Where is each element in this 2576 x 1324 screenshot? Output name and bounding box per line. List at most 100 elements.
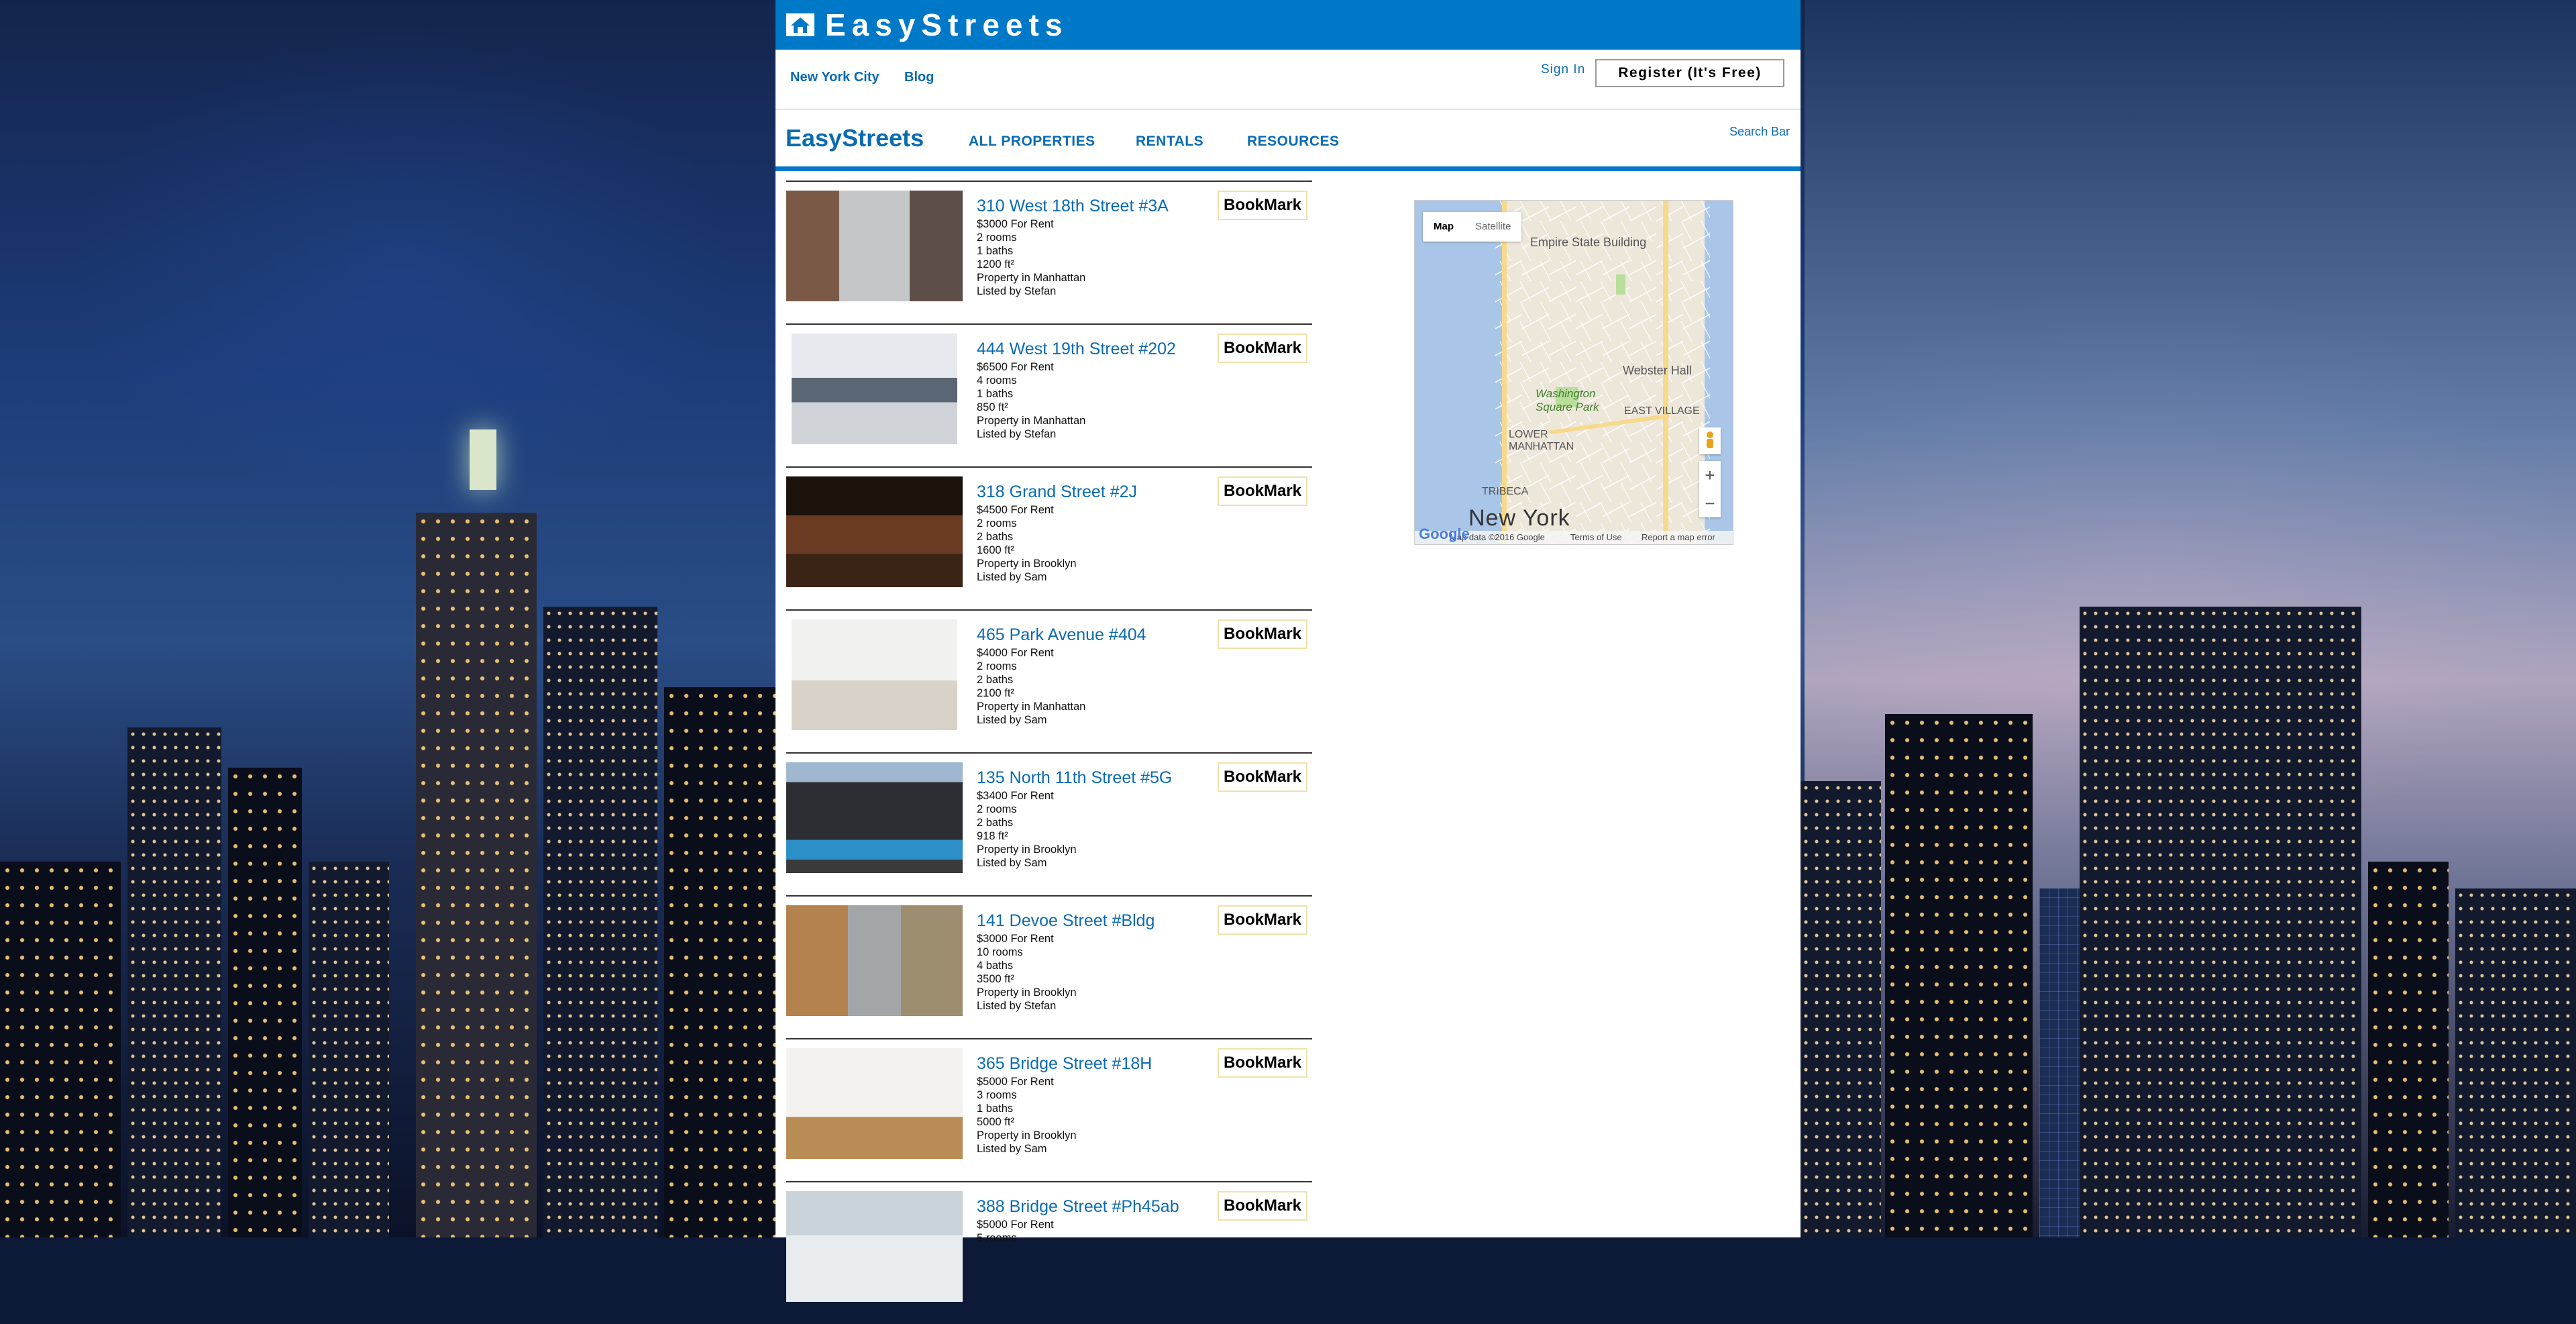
listing-area: 2100 ft² bbox=[977, 687, 1014, 699]
bookmark-button[interactable]: BookMark bbox=[1218, 619, 1307, 649]
listing-rooms: 10 rooms bbox=[977, 946, 1023, 958]
building bbox=[2368, 862, 2449, 1237]
listing-location: Property in Manhattan bbox=[977, 701, 1086, 713]
listing-item: 310 West 18th Street #3A $3000 For Rent … bbox=[786, 181, 1312, 323]
listing-title[interactable]: 310 West 18th Street #3A bbox=[977, 197, 1169, 216]
listing-item: 135 North 11th Street #5G $3400 For Rent… bbox=[786, 752, 1312, 895]
listing-title[interactable]: 444 West 19th Street #202 bbox=[977, 340, 1176, 359]
nav-item-rentals[interactable]: RENTALS bbox=[1136, 134, 1203, 150]
listing-photo[interactable] bbox=[786, 476, 963, 587]
listing-baths: 2 baths bbox=[977, 531, 1014, 543]
house-logo-icon bbox=[786, 13, 814, 36]
listing-photo[interactable] bbox=[786, 1048, 963, 1159]
listing-price: $5000 For Rent bbox=[977, 1076, 1054, 1088]
listing-price: $4000 For Rent bbox=[977, 647, 1054, 659]
map-tab-map[interactable]: Map bbox=[1423, 212, 1464, 242]
listing-location: Property in Brooklyn bbox=[977, 558, 1077, 570]
zoom-out-button[interactable]: − bbox=[1699, 489, 1721, 517]
building bbox=[2455, 888, 2576, 1237]
listing-price: $6500 For Rent bbox=[977, 361, 1054, 373]
listing-item: 318 Grand Street #2J $4500 For Rent 2 ro… bbox=[786, 466, 1312, 609]
map-label-new-york: New York bbox=[1468, 505, 1570, 531]
listing-price: $5000 For Rent bbox=[977, 1219, 1054, 1231]
building bbox=[2080, 607, 2361, 1237]
listing-title[interactable]: 141 Devoe Street #Bldg bbox=[977, 911, 1155, 931]
listing-baths: 1 baths bbox=[977, 1103, 1014, 1115]
listing-lister: Listed by Stefan bbox=[977, 1000, 1057, 1012]
map-label-webster: Webster Hall bbox=[1623, 364, 1692, 377]
street-view-pegman-icon[interactable] bbox=[1699, 427, 1721, 454]
listing-photo[interactable] bbox=[792, 334, 957, 444]
map-label-tribeca: TRIBECA bbox=[1482, 486, 1529, 497]
listing-baths: 1 baths bbox=[977, 388, 1014, 400]
building bbox=[543, 607, 657, 1237]
listing-title[interactable]: 135 North 11th Street #5G bbox=[977, 768, 1172, 788]
listing-item: 365 Bridge Street #18H $5000 For Rent 3 … bbox=[786, 1038, 1312, 1181]
listing-title[interactable]: 365 Bridge Street #18H bbox=[977, 1054, 1152, 1074]
building bbox=[664, 687, 775, 1237]
listing-title[interactable]: 388 Bridge Street #Ph45ab bbox=[977, 1197, 1179, 1217]
nav-item-resources[interactable]: RESOURCES bbox=[1247, 134, 1340, 150]
nav-link-blog[interactable]: Blog bbox=[904, 70, 934, 85]
nav-link-new-york-city[interactable]: New York City bbox=[790, 70, 879, 85]
register-button[interactable]: Register (It's Free) bbox=[1595, 59, 1784, 87]
listing-area: 1600 ft² bbox=[977, 544, 1014, 556]
listing-photo[interactable] bbox=[786, 762, 963, 873]
building bbox=[0, 862, 121, 1237]
listing-title[interactable]: 318 Grand Street #2J bbox=[977, 482, 1137, 502]
listing-details: $3000 For Rent 2 rooms 1 baths 1200 ft² … bbox=[977, 217, 1085, 298]
bookmark-button[interactable]: BookMark bbox=[1218, 905, 1307, 935]
sign-in-link[interactable]: Sign In bbox=[1541, 62, 1585, 77]
bookmark-button[interactable]: BookMark bbox=[1218, 762, 1307, 792]
listing-item: 465 Park Avenue #404 $4000 For Rent 2 ro… bbox=[786, 609, 1312, 752]
top-bar: EasyStreets bbox=[775, 0, 1801, 50]
search-bar-link[interactable]: Search Bar bbox=[1729, 125, 1790, 139]
listing-price: $3400 For Rent bbox=[977, 790, 1054, 802]
listing-lister: Listed by Sam bbox=[977, 857, 1047, 869]
listing-location: Property in Brooklyn bbox=[977, 986, 1077, 999]
listing-location: Property in Brooklyn bbox=[977, 1129, 1077, 1141]
map-report-link[interactable]: Report a map error bbox=[1642, 532, 1715, 542]
listing-location: Property in Manhattan bbox=[977, 272, 1086, 284]
building bbox=[309, 862, 389, 1237]
main-panel: EasyStreets New York City Blog Sign In R… bbox=[775, 0, 1801, 1302]
listing-baths: 2 baths bbox=[977, 817, 1014, 829]
listing-lister: Listed by Sam bbox=[977, 714, 1047, 726]
bookmark-button[interactable]: BookMark bbox=[1218, 334, 1307, 363]
listing-photo[interactable] bbox=[792, 619, 957, 730]
bookmark-button[interactable]: BookMark bbox=[1218, 191, 1307, 220]
listing-lister: Listed by Stefan bbox=[977, 428, 1057, 440]
map-label-lower-manhattan: LOWER MANHATTAN bbox=[1509, 429, 1574, 452]
listing-location: Property in Manhattan bbox=[977, 415, 1086, 427]
map-type-tabs: Map Satellite bbox=[1423, 212, 1522, 242]
map-label-east-village: EAST VILLAGE bbox=[1624, 405, 1700, 417]
bookmark-button[interactable]: BookMark bbox=[1218, 476, 1307, 506]
listing-photo[interactable] bbox=[786, 191, 963, 301]
listing-photo[interactable] bbox=[786, 1191, 963, 1302]
listing-rooms: 4 rooms bbox=[977, 374, 1017, 387]
map-tab-satellite[interactable]: Satellite bbox=[1464, 212, 1521, 242]
listing-baths: 2 baths bbox=[977, 674, 1014, 686]
bookmark-button[interactable]: BookMark bbox=[1218, 1191, 1307, 1221]
listing-title[interactable]: 465 Park Avenue #404 bbox=[977, 625, 1146, 645]
map-widget[interactable]: Empire State Building Webster Hall Washi… bbox=[1414, 200, 1733, 545]
listing-list: 310 West 18th Street #3A $3000 For Rent … bbox=[786, 181, 1312, 1324]
site-brand[interactable]: EasyStreets bbox=[825, 7, 1068, 43]
listing-photo[interactable] bbox=[786, 905, 963, 1016]
zoom-in-button[interactable]: + bbox=[1699, 461, 1721, 489]
listing-item: 141 Devoe Street #Bldg $3000 For Rent 10… bbox=[786, 895, 1312, 1038]
listing-details: $5000 For Rent 3 rooms 1 baths 5000 ft² … bbox=[977, 1075, 1077, 1156]
map-zoom-controls: + − bbox=[1699, 461, 1721, 517]
listing-lister: Listed by Sam bbox=[977, 1143, 1047, 1155]
listing-details: $4500 For Rent 2 rooms 2 baths 1600 ft² … bbox=[977, 503, 1077, 584]
listing-rooms: 2 rooms bbox=[977, 803, 1017, 815]
listing-details: $5000 For Rent 5 rooms bbox=[977, 1218, 1054, 1245]
listing-lister: Listed by Stefan bbox=[977, 285, 1057, 297]
bookmark-button[interactable]: BookMark bbox=[1218, 1048, 1307, 1078]
nav-item-all-properties[interactable]: ALL PROPERTIES bbox=[969, 134, 1095, 150]
listing-item: 388 Bridge Street #Ph45ab $5000 For Rent… bbox=[786, 1181, 1312, 1324]
nav-brand[interactable]: EasyStreets bbox=[786, 124, 924, 152]
google-logo: Google bbox=[1419, 525, 1470, 542]
building bbox=[1885, 714, 2033, 1237]
map-terms-link[interactable]: Terms of Use bbox=[1570, 532, 1622, 542]
